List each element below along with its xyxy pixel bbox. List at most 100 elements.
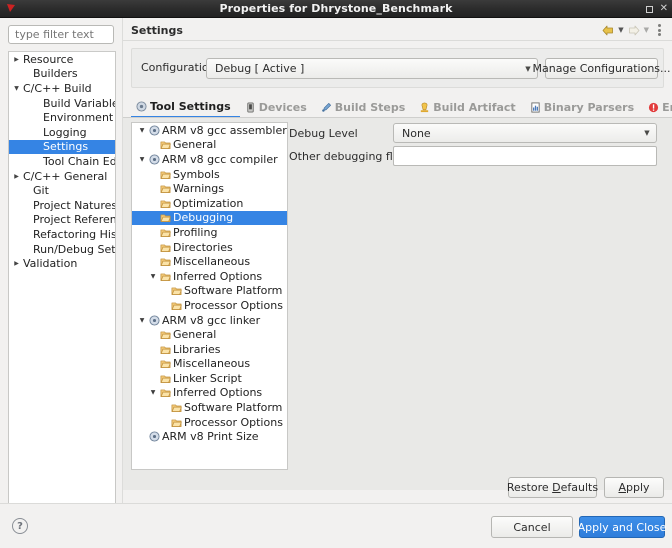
option-tree-label: Miscellaneous <box>173 357 251 371</box>
option-tree-item[interactable]: Directories <box>132 240 287 255</box>
option-tree-item[interactable]: ▼ ARM v8 gcc linker <box>132 313 287 328</box>
tab-label: Build Steps <box>334 100 406 114</box>
option-tree-item[interactable]: Symbols <box>132 167 287 182</box>
tool-options-tree[interactable]: ▼ ARM v8 gcc assembler General ▼ ARM v8 gcc … <box>131 122 288 470</box>
option-tree-label: Processor Options <box>184 298 283 312</box>
folder-icon <box>159 139 172 150</box>
option-tree-item[interactable]: General <box>132 138 287 153</box>
option-tree-item[interactable]: ARM v8 Print Size <box>132 429 287 444</box>
sidebar-item-project-references[interactable]: Project References <box>9 213 115 228</box>
debug-level-combobox[interactable]: None ▼ <box>393 123 657 143</box>
option-tree-label: Warnings <box>173 182 224 196</box>
sidebar-item-build-variables[interactable]: Build Variables <box>9 96 115 111</box>
tab-build-steps[interactable]: Build Steps <box>316 96 415 118</box>
sidebar-item-c-c-general[interactable]: C/C++ General <box>9 169 115 184</box>
build-steps-icon <box>321 102 332 113</box>
folder-icon <box>170 402 183 413</box>
chevron-right-icon[interactable] <box>11 173 22 180</box>
chevron-down-icon[interactable]: ▼ <box>136 317 148 324</box>
tab-error-parsers[interactable]: Error Parsers <box>643 96 672 118</box>
chevron-down-icon[interactable]: ▼ <box>136 156 148 163</box>
option-tree-item[interactable]: ▼ ARM v8 gcc compiler <box>132 152 287 167</box>
sidebar-item-label: C/C++ Build <box>23 81 92 95</box>
option-tree-item[interactable]: ▼ Inferred Options <box>132 269 287 284</box>
back-arrow-icon[interactable] <box>601 23 615 37</box>
option-tree-label: Debugging <box>173 211 234 225</box>
sidebar-item-git[interactable]: Git <box>9 183 115 198</box>
option-tree-label: ARM v8 gcc linker <box>162 313 261 327</box>
folder-icon <box>159 387 172 398</box>
tab-binary-parsers[interactable]: Binary Parsers <box>525 96 643 118</box>
option-tree-label: ARM v8 gcc assembler <box>162 123 287 137</box>
option-tree-item[interactable]: Software Platform <box>132 400 287 415</box>
chevron-down-icon[interactable]: ▼ <box>147 273 159 280</box>
page-toolbar: ▼ ▼ <box>601 22 666 38</box>
sidebar-item-environment[interactable]: Environment <box>9 110 115 125</box>
option-tree-label: Symbols <box>173 167 220 181</box>
sidebar-item-label: Validation <box>23 257 78 271</box>
option-tree-item[interactable]: Debugging <box>132 210 287 226</box>
sidebar-item-logging[interactable]: Logging <box>9 125 115 140</box>
close-button[interactable]: ✕ <box>660 4 668 14</box>
chevron-right-icon[interactable] <box>11 260 22 267</box>
sidebar-item-tool-chain-editor[interactable]: Tool Chain Editor <box>9 154 115 169</box>
sidebar-item-label: Project References <box>33 213 116 227</box>
sidebar-item-settings[interactable]: Settings <box>9 139 115 155</box>
help-icon[interactable]: ? <box>12 518 28 534</box>
option-tree-item[interactable]: Libraries <box>132 342 287 357</box>
option-tree-item[interactable]: Processor Options <box>132 415 287 430</box>
other-debugging-flags-input[interactable] <box>393 146 657 166</box>
maximize-button[interactable] <box>645 5 653 13</box>
sidebar-item-validation[interactable]: Validation <box>9 256 115 271</box>
tab-tool-settings[interactable]: Tool Settings <box>131 96 240 118</box>
debug-level-label: Debug Level <box>289 127 358 140</box>
apply-button[interactable]: Apply <box>604 477 664 498</box>
tab-label: Devices <box>258 100 307 114</box>
sidebar-item-label: C/C++ General <box>23 169 108 183</box>
tab-build-artifact[interactable]: Build Artifact <box>414 96 524 118</box>
option-tree-item[interactable]: Software Platform <box>132 284 287 299</box>
option-tree-item[interactable]: Optimization <box>132 196 287 211</box>
option-tree-item[interactable]: Profiling <box>132 225 287 240</box>
option-tree-item[interactable]: ▼ Inferred Options <box>132 386 287 401</box>
option-tree-item[interactable]: Miscellaneous <box>132 357 287 372</box>
chevron-down-icon[interactable] <box>11 85 22 92</box>
sidebar-item-project-natures[interactable]: Project Natures <box>9 198 115 213</box>
folder-icon <box>159 183 172 194</box>
option-tree-label: Libraries <box>173 342 221 356</box>
cancel-button[interactable]: Cancel <box>491 516 573 538</box>
option-tree-item[interactable]: Linker Script <box>132 371 287 386</box>
option-tree-label: Profiling <box>173 225 218 239</box>
filter-input[interactable] <box>8 25 114 44</box>
option-tree-label: ARM v8 Print Size <box>162 430 259 444</box>
tab-devices[interactable]: Devices <box>240 96 316 118</box>
tool-icon <box>148 431 161 442</box>
apply-and-close-button[interactable]: Apply and Close <box>578 516 666 538</box>
view-menu-icon[interactable] <box>652 23 666 37</box>
settings-nav-tree[interactable]: ResourceBuildersC/C++ BuildBuild Variabl… <box>8 51 116 506</box>
chevron-right-icon[interactable] <box>11 56 22 63</box>
folder-icon <box>159 169 172 180</box>
chevron-down-icon: ▼ <box>644 129 650 137</box>
sidebar-item-builders[interactable]: Builders <box>9 67 115 82</box>
option-tree-item[interactable]: General <box>132 327 287 342</box>
sidebar-item-label: Run/Debug Settings <box>33 242 116 256</box>
chevron-down-icon[interactable]: ▼ <box>147 389 159 396</box>
option-tree-label: Directories <box>173 240 233 254</box>
configuration-value: Debug [ Active ] <box>215 62 305 75</box>
option-tree-item[interactable]: Warnings <box>132 181 287 196</box>
restore-defaults-button[interactable]: Restore Defaults <box>507 477 598 498</box>
folder-icon <box>170 417 183 428</box>
manage-configurations-button[interactable]: Manage Configurations... <box>533 58 671 79</box>
option-tree-item[interactable]: Processor Options <box>132 298 287 313</box>
option-tree-item[interactable]: ▼ ARM v8 gcc assembler <box>132 123 287 138</box>
sidebar-item-resource[interactable]: Resource <box>9 52 115 67</box>
configuration-combobox[interactable]: Debug [ Active ] ▼ <box>206 58 538 79</box>
sidebar-item-refactoring-history[interactable]: Refactoring History <box>9 227 115 242</box>
sidebar-item-c-c-build[interactable]: C/C++ Build <box>9 81 115 96</box>
tab-label: Binary Parsers <box>543 100 635 114</box>
back-dropdown-icon[interactable]: ▼ <box>618 26 623 34</box>
option-tree-item[interactable]: Miscellaneous <box>132 254 287 269</box>
chevron-down-icon[interactable]: ▼ <box>136 127 148 134</box>
sidebar-item-run-debug-settings[interactable]: Run/Debug Settings <box>9 242 115 257</box>
